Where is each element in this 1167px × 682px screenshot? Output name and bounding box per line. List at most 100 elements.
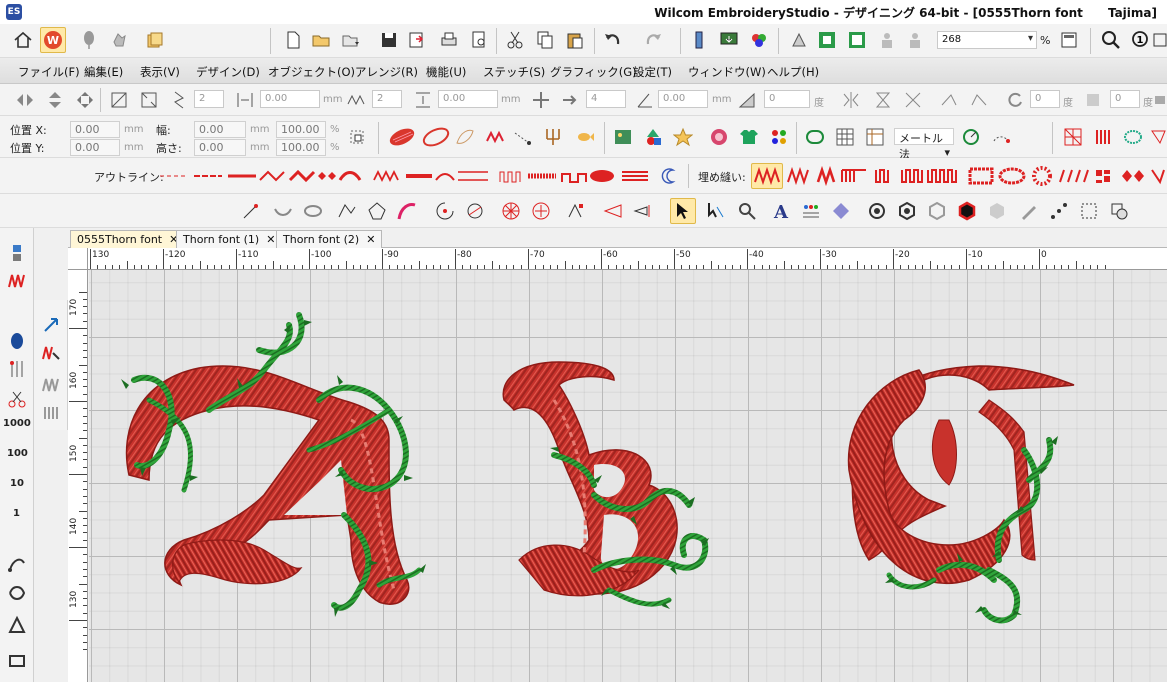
angle-icon[interactable] [632, 87, 658, 113]
mirror-v-icon[interactable] [42, 87, 68, 113]
copy-icon[interactable] [532, 27, 558, 53]
redo-icon[interactable] [640, 27, 666, 53]
spin-7[interactable]: 0 [764, 90, 810, 108]
pos-x-field[interactable]: 0.00 [70, 121, 120, 138]
home-icon[interactable] [10, 27, 36, 53]
slope-icon[interactable] [734, 87, 760, 113]
tab-0555thorn-font[interactable]: 0555Thorn font ✕ [70, 230, 186, 248]
spin-1[interactable]: 2 [194, 90, 224, 108]
mirror-h-icon[interactable] [12, 87, 38, 113]
hourglass-icon[interactable] [870, 87, 896, 113]
pins-icon[interactable] [4, 356, 30, 382]
satin-fill-icon[interactable] [386, 124, 418, 150]
triangle-nodes-icon[interactable] [4, 612, 30, 638]
menu-graphics[interactable]: グラフィック(G) [550, 64, 637, 80]
fill-tool-icon[interactable] [462, 198, 488, 224]
calculator-icon[interactable] [1056, 27, 1082, 53]
zigzag-red-icon[interactable] [4, 268, 30, 294]
color-dots-icon[interactable] [766, 124, 792, 150]
hand-icon[interactable] [106, 27, 132, 53]
stitch-angle-icon[interactable] [600, 198, 626, 224]
spin-4[interactable]: 0.00 [438, 90, 498, 108]
shape-union-icon[interactable] [1106, 198, 1132, 224]
scale-icon[interactable] [136, 87, 162, 113]
grid-plus-icon[interactable] [528, 87, 554, 113]
paste-icon[interactable] [562, 27, 588, 53]
user-disabled-icon[interactable] [874, 27, 900, 53]
team-names-icon[interactable] [798, 198, 824, 224]
print-icon[interactable] [436, 27, 462, 53]
zoom-fit-icon[interactable] [1153, 27, 1167, 53]
open-folder-icon[interactable] [308, 27, 334, 53]
polygon-select-icon[interactable] [702, 198, 728, 224]
spacing-v-icon[interactable] [410, 87, 436, 113]
spool-blue-icon[interactable] [4, 328, 30, 354]
close-icon[interactable]: ✕ [366, 233, 375, 246]
mirror-both-icon[interactable] [72, 87, 98, 113]
knife-icon[interactable] [1016, 198, 1042, 224]
open-recent-icon[interactable] [338, 27, 364, 53]
curve-node-2-icon[interactable] [4, 580, 30, 606]
red-grid-icon[interactable] [1060, 124, 1086, 150]
cut-icon[interactable] [502, 27, 528, 53]
documents-icon[interactable] [142, 27, 168, 53]
color-blend-icon[interactable] [746, 27, 772, 53]
tab-thorn-font-2[interactable]: Thorn font (2) ✕ [276, 230, 383, 248]
green-square-icon[interactable] [814, 27, 840, 53]
thread-spool-stack-icon[interactable] [4, 240, 30, 266]
fill-stitch-icons[interactable] [786, 166, 1167, 186]
leaf-icon[interactable] [452, 124, 478, 150]
stitch-count-1000[interactable]: 1000 [3, 418, 31, 429]
more-icon[interactable] [1153, 87, 1167, 113]
menu-stitch[interactable]: ステッチ(S) [483, 64, 545, 80]
spin-8[interactable]: 0 [1030, 90, 1060, 108]
cross-arrow-icon[interactable] [900, 87, 926, 113]
pattern-icon[interactable] [343, 87, 369, 113]
dotted-arc-icon[interactable] [988, 124, 1014, 150]
measure-select[interactable]: メートル法 ▾ [894, 128, 954, 161]
select-arrow-icon[interactable] [670, 198, 696, 224]
polygon-icon[interactable] [364, 198, 390, 224]
reshape-icon[interactable] [564, 198, 590, 224]
rectangle-tool-icon[interactable] [4, 648, 30, 674]
monitor-download-icon[interactable] [716, 27, 742, 53]
thread-icon[interactable] [734, 198, 760, 224]
hand-digitize-icon[interactable] [786, 27, 812, 53]
red-columns-icon[interactable] [1090, 124, 1116, 150]
ellipse-tool-icon[interactable] [300, 198, 326, 224]
grid-ruler-icon[interactable] [862, 124, 888, 150]
grid-icon[interactable] [832, 124, 858, 150]
star-fill-icon[interactable] [528, 198, 554, 224]
wilcom-logo-icon[interactable]: W [40, 27, 66, 53]
menu-help[interactable]: ヘルプ(H) [767, 64, 819, 80]
curve-icon[interactable] [270, 198, 296, 224]
letter-c[interactable] [847, 365, 1075, 585]
rotate-icon[interactable] [1002, 87, 1028, 113]
menu-file[interactable]: ファイル(F) [18, 64, 80, 80]
compass-icon[interactable] [958, 124, 984, 150]
thread-spool-icon[interactable] [686, 27, 712, 53]
hoop-icon[interactable] [802, 124, 828, 150]
menu-view[interactable]: 表示(V) [140, 64, 180, 80]
spin-2[interactable]: 0.00 [260, 90, 320, 108]
rotate-left-icon[interactable] [936, 87, 962, 113]
turning-satin-icon[interactable] [432, 198, 458, 224]
zigzag-arrow-icon[interactable] [38, 340, 64, 366]
green-cells-icon[interactable] [1120, 124, 1146, 150]
line-digitize-icon[interactable] [238, 198, 264, 224]
hex-red-icon[interactable] [954, 198, 980, 224]
hex-nut-icon[interactable] [894, 198, 920, 224]
grid-arrow-icon[interactable] [556, 87, 582, 113]
arrow-select-icon[interactable] [38, 312, 64, 338]
height-field[interactable]: 0.00 [194, 139, 246, 156]
stitch-count-1[interactable]: 1 [13, 508, 20, 519]
menu-design[interactable]: デザイン(D) [196, 64, 260, 80]
monogram-icon[interactable] [828, 198, 854, 224]
trident-icon[interactable] [540, 124, 566, 150]
picture-icon[interactable] [610, 124, 636, 150]
tab-thorn-font-1[interactable]: Thorn font (1) ✕ [176, 230, 283, 248]
menu-function[interactable]: 機能(U) [426, 64, 466, 80]
column-tool-icon[interactable] [394, 198, 420, 224]
spin-3[interactable]: 2 [372, 90, 402, 108]
green-square-alt-icon[interactable] [844, 27, 870, 53]
